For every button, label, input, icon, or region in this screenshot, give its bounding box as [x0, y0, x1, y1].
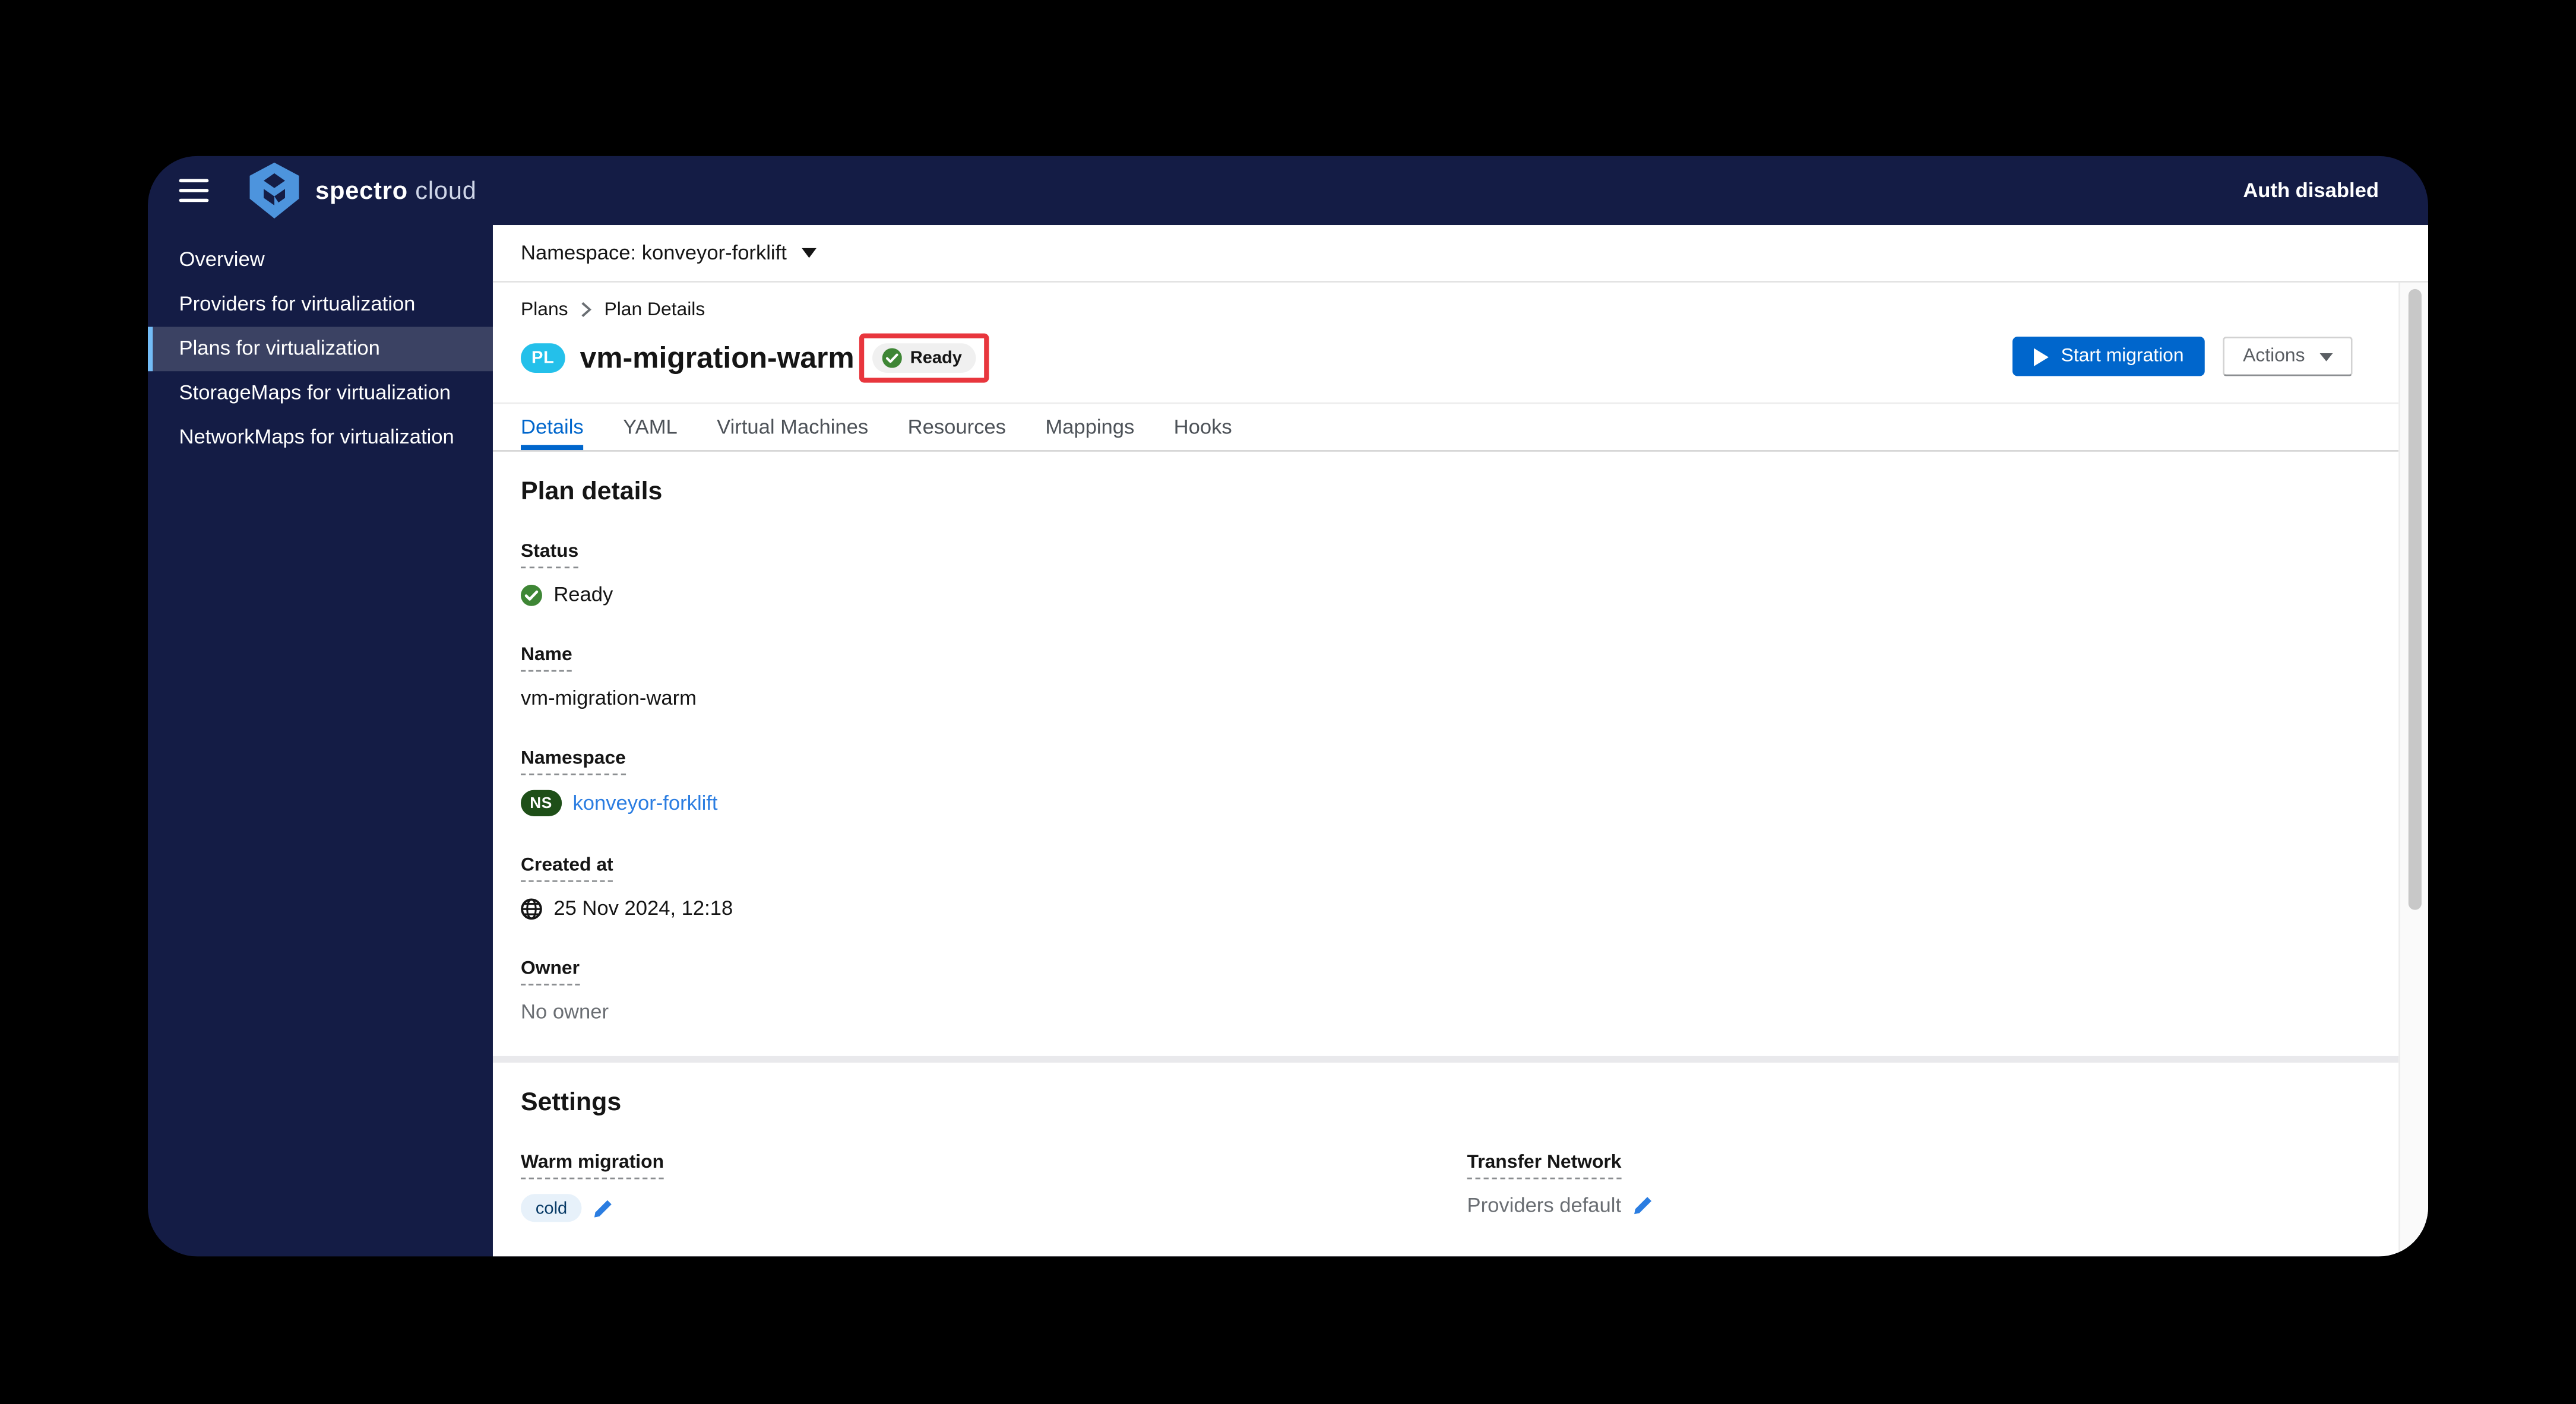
tab-virtual-machines[interactable]: Virtual Machines — [717, 404, 868, 450]
status-field-label: Status — [521, 542, 579, 569]
play-icon — [2033, 347, 2048, 366]
status-badge: Ready — [872, 343, 976, 373]
plan-resource-badge: PL — [521, 343, 565, 373]
namespace-resource-badge: NS — [521, 790, 562, 816]
main-area: Namespace: konveyor-forklift Plans Plan … — [492, 225, 2429, 1257]
name-value: vm-migration-warm — [521, 686, 697, 710]
owner-value: No owner — [521, 1000, 609, 1023]
field-warm-migration: Warm migration cold — [521, 1146, 1467, 1222]
edit-warm-migration-pencil-icon[interactable] — [593, 1198, 613, 1218]
tab-resources[interactable]: Resources — [908, 404, 1006, 450]
tab-mappings[interactable]: Mappings — [1045, 404, 1134, 450]
namespace-bar: Namespace: konveyor-forklift — [492, 225, 2429, 283]
hamburger-menu-icon[interactable] — [179, 178, 209, 203]
field-name: Name vm-migration-warm — [521, 639, 2371, 709]
created-at-field-label: Created at — [521, 855, 613, 882]
field-transfer-network: Transfer Network Providers default — [1467, 1146, 2371, 1217]
sidebar-item-providers[interactable]: Providers for virtualization — [148, 283, 493, 327]
screen: spectro cloud Auth disabled Overview Pro… — [0, 0, 2576, 1404]
field-target-namespace: Target namespace konveyor-forklift — [521, 1255, 1467, 1257]
app-window: spectro cloud Auth disabled Overview Pro… — [147, 156, 2429, 1257]
field-owner: Owner No owner — [521, 953, 2371, 1023]
status-value: Ready — [553, 583, 613, 606]
spectro-cloud-logo-icon — [249, 162, 299, 218]
created-at-value: 25 Nov 2024, 12:18 — [553, 896, 733, 920]
tab-details[interactable]: Details — [521, 404, 584, 451]
transfer-network-label: Transfer Network — [1467, 1153, 1622, 1180]
breadcrumb-plan-details: Plan Details — [604, 300, 705, 321]
top-bar: spectro cloud Auth disabled — [148, 156, 2428, 225]
chevron-down-icon[interactable] — [801, 248, 817, 258]
tab-yaml[interactable]: YAML — [623, 404, 678, 450]
edit-transfer-network-pencil-icon[interactable] — [1632, 1196, 1652, 1215]
check-circle-icon — [521, 584, 542, 606]
annotation-highlight-box: Ready — [859, 333, 989, 383]
namespace-selector[interactable]: Namespace: konveyor-forklift — [521, 242, 787, 265]
warm-migration-label: Warm migration — [521, 1153, 664, 1180]
chevron-down-icon — [2319, 352, 2333, 361]
start-migration-label: Start migration — [2061, 346, 2184, 366]
owner-field-label: Owner — [521, 959, 580, 985]
settings-section: Settings Warm migration cold Transfer Ne… — [493, 1063, 2398, 1256]
settings-left-column: Warm migration cold — [521, 1146, 1467, 1256]
brand-primary: spectro — [315, 176, 408, 205]
field-preserve-static-ips: Preserve static IPs Use system default — [1467, 1250, 2371, 1256]
scrollbar-thumb[interactable] — [2407, 289, 2421, 910]
field-status: Status Ready — [521, 535, 2371, 606]
sidebar-item-overview[interactable]: Overview — [148, 238, 493, 283]
breadcrumb-plans[interactable]: Plans — [521, 300, 568, 320]
field-created-at: Created at 25 Nov 2024, 12:18 — [521, 849, 2371, 920]
plan-details-heading: Plan details — [521, 478, 663, 506]
name-field-label: Name — [521, 645, 572, 672]
settings-right-column: Transfer Network Providers default — [1467, 1146, 2371, 1256]
chevron-right-icon — [581, 301, 591, 316]
globe-icon — [521, 898, 542, 919]
namespace-field-label: Namespace — [521, 749, 626, 775]
brand-text: spectro cloud — [315, 176, 476, 204]
actions-label: Actions — [2243, 346, 2305, 366]
transfer-network-value: Providers default — [1467, 1194, 1622, 1218]
section-divider — [492, 1056, 2399, 1063]
page-title: vm-migration-warm — [580, 341, 855, 374]
breadcrumb: Plans Plan Details — [521, 300, 2398, 320]
settings-heading: Settings — [521, 1089, 622, 1117]
namespace-link[interactable]: konveyor-forklift — [572, 791, 717, 814]
actions-dropdown-button[interactable]: Actions — [2223, 337, 2353, 376]
brand-secondary: cloud — [415, 176, 477, 205]
tab-bar: Details YAML Virtual Machines Resources … — [492, 402, 2399, 452]
sidebar-item-plans[interactable]: Plans for virtualization — [147, 327, 493, 372]
field-namespace: Namespace NS konveyor-forklift — [521, 742, 2371, 816]
tab-hooks[interactable]: Hooks — [1174, 404, 1232, 450]
warm-migration-value-badge: cold — [521, 1194, 583, 1222]
plan-details-section: Plan details Status Ready Name vm-migrat… — [493, 452, 2398, 1023]
start-migration-button[interactable]: Start migration — [2011, 337, 2205, 376]
check-circle-icon — [882, 348, 902, 368]
sidebar-item-storagemaps[interactable]: StorageMaps for virtualization — [148, 371, 493, 416]
scrollbar — [2398, 282, 2429, 1257]
auth-status: Auth disabled — [2243, 179, 2379, 202]
sidebar-item-networkmaps[interactable]: NetworkMaps for virtualization — [148, 416, 493, 460]
status-badge-label: Ready — [910, 348, 962, 368]
sidebar: Overview Providers for virtualization Pl… — [147, 225, 493, 1256]
